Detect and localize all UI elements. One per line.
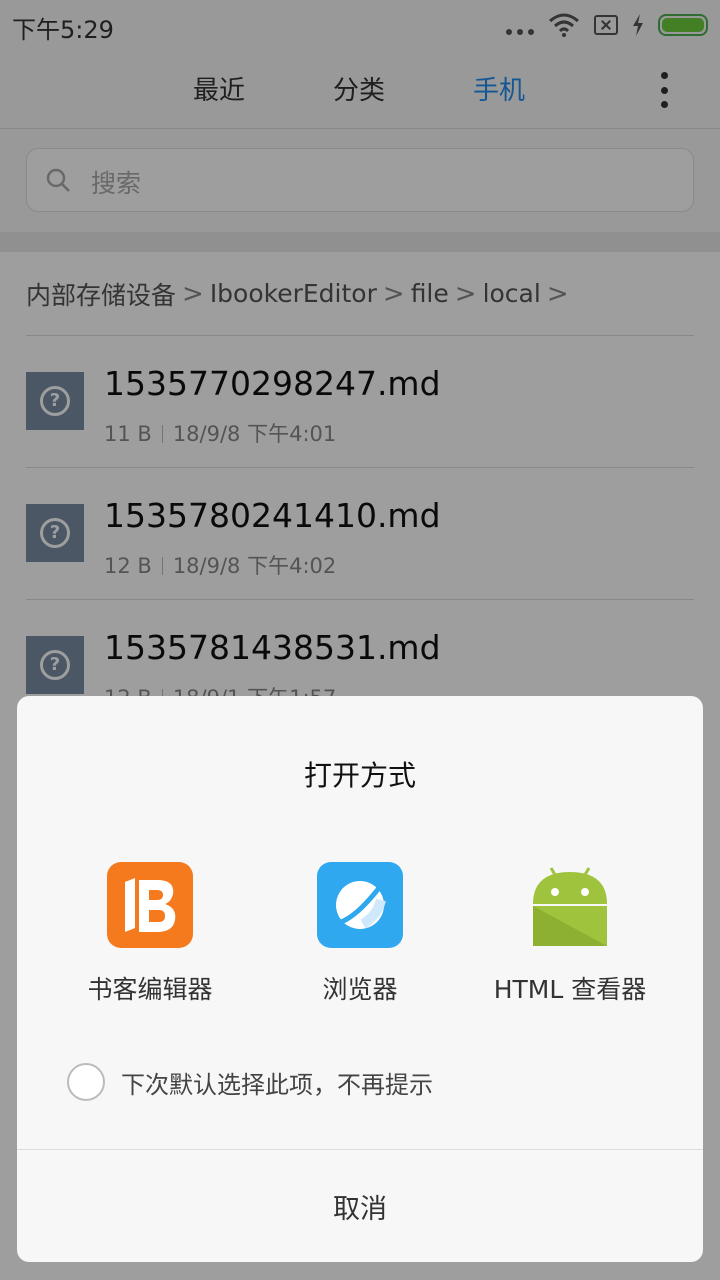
app-option-book-editor[interactable]: 书客编辑器	[45, 862, 255, 1006]
open-with-dialog: 打开方式 书客编辑器 浏览器 HTML 查看器 下次默认选择此项，不再提示 取消	[17, 696, 703, 1262]
app-label: 书客编辑器	[87, 975, 213, 1004]
default-choice-row[interactable]: 下次默认选择此项，不再提示	[67, 1062, 433, 1102]
cancel-button[interactable]: 取消	[17, 1150, 703, 1262]
app-option-html-viewer[interactable]: HTML 查看器	[465, 862, 675, 1006]
book-editor-icon	[107, 862, 193, 948]
app-label: 浏览器	[322, 975, 398, 1004]
dialog-title: 打开方式	[303, 759, 416, 792]
default-radio[interactable]	[67, 1063, 105, 1101]
android-icon	[527, 862, 613, 948]
app-option-browser[interactable]: 浏览器	[255, 862, 465, 1006]
browser-icon	[317, 862, 403, 948]
app-label: HTML 查看器	[493, 975, 647, 1004]
default-label: 下次默认选择此项，不再提示	[121, 1070, 433, 1099]
